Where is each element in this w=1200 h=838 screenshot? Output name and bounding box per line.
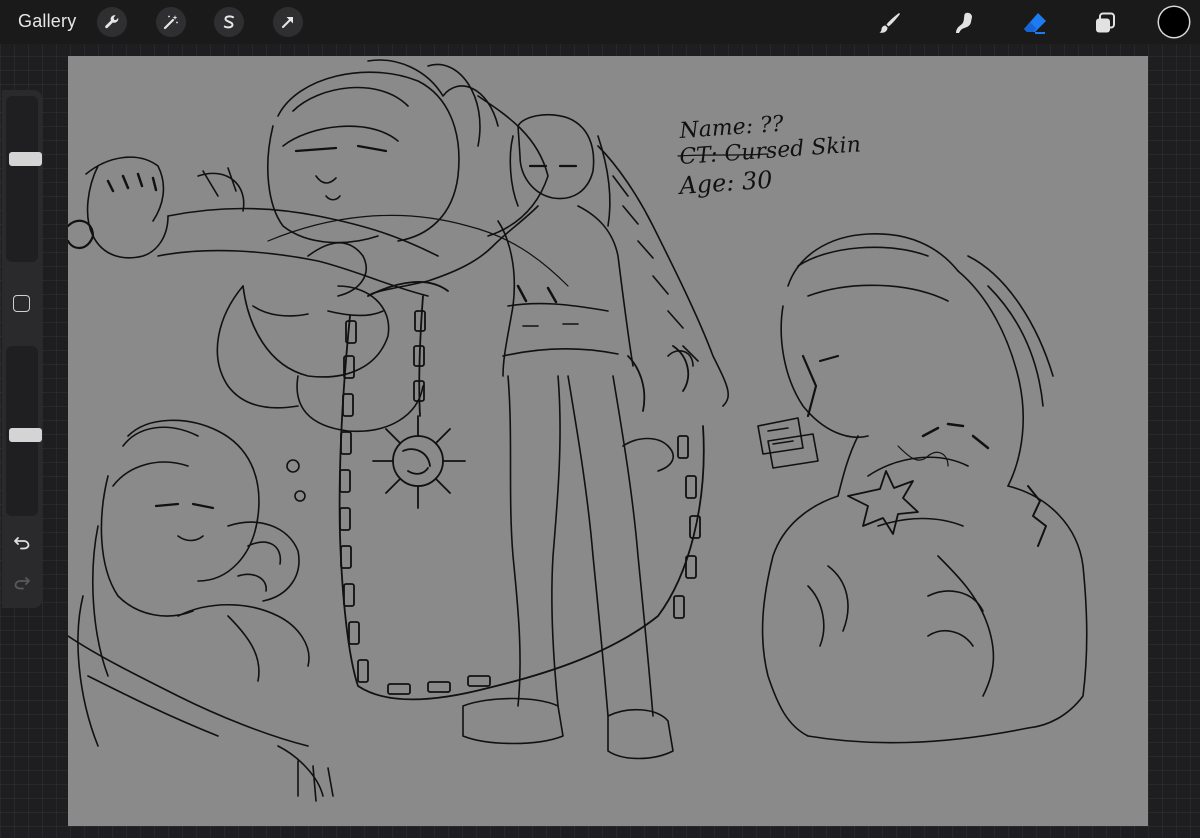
- redo-button[interactable]: [10, 570, 34, 594]
- procreate-app: Gallery Name: ?? CT: Cursed Skin Age: 30: [0, 0, 1200, 838]
- modify-button[interactable]: [13, 295, 30, 312]
- opacity-slider[interactable]: [6, 346, 42, 516]
- layers-tool-button[interactable]: [1089, 7, 1121, 39]
- undo-icon: [14, 537, 30, 550]
- actions-button[interactable]: [97, 7, 127, 37]
- sketch-spiked-ball: [372, 415, 466, 509]
- arrow-cursor-icon: [282, 17, 293, 28]
- sketch-cards: [757, 417, 819, 469]
- eraser-tool-button[interactable]: [1019, 7, 1051, 39]
- opacity-thumb[interactable]: [9, 428, 42, 442]
- smudge-tool-button[interactable]: [949, 7, 981, 39]
- layers-icon: [1096, 12, 1115, 33]
- transform-button[interactable]: [273, 7, 303, 37]
- brush-icon: [879, 13, 900, 33]
- eraser-icon: [1024, 13, 1046, 34]
- color-picker-swatch[interactable]: [1159, 7, 1189, 37]
- gallery-button[interactable]: Gallery: [18, 11, 76, 32]
- wrench-icon: [105, 15, 119, 29]
- undo-button[interactable]: [10, 530, 34, 554]
- redo-icon: [14, 577, 30, 590]
- brush-size-slider[interactable]: [6, 96, 42, 262]
- drawing-canvas[interactable]: Name: ?? CT: Cursed Skin Age: 30: [68, 56, 1148, 826]
- brush-size-thumb[interactable]: [9, 152, 42, 166]
- notes-text: Name: ?? CT: Cursed Skin Age: 30: [676, 112, 861, 200]
- magic-wand-icon: [163, 15, 178, 30]
- note-age: Age: 30: [676, 166, 773, 201]
- sketch-bottom-left-figure: [68, 419, 334, 802]
- selection-button[interactable]: [214, 7, 244, 37]
- sketch-chains: [338, 281, 705, 701]
- sketch-artwork: Name: ?? CT: Cursed Skin Age: 30: [68, 59, 1088, 802]
- brush-tool-button[interactable]: [874, 7, 906, 39]
- adjustments-button[interactable]: [156, 7, 186, 37]
- top-toolbar: Gallery: [0, 0, 1200, 44]
- smudge-icon: [956, 12, 972, 33]
- selection-s-icon: [223, 15, 234, 29]
- sketch-back-view-figure: [761, 233, 1088, 744]
- left-sidebar: [2, 90, 42, 608]
